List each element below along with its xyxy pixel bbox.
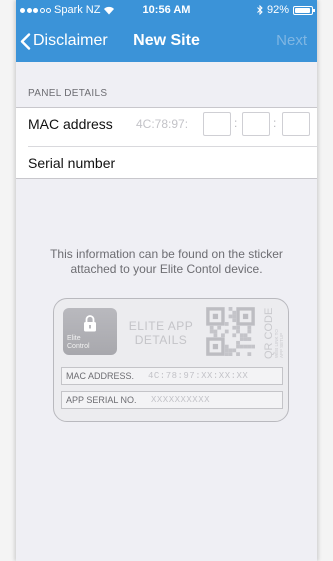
- lock-icon: [84, 315, 96, 332]
- serial-number-label: Serial number: [28, 155, 116, 171]
- mac-octet-field-3[interactable]: [282, 112, 310, 136]
- status-bar: Spark NZ 10:56 AM 92%: [16, 0, 317, 20]
- qr-code-label: QR CODE WEB LINK TOAPP SETUP: [263, 308, 284, 359]
- elite-control-logo: Elite Control: [63, 308, 117, 355]
- sticker-mac-value: 4C:78:97:XX:XX:XX: [148, 371, 249, 381]
- battery-icon: [293, 5, 315, 15]
- sticker-mac-field: MAC ADDRESS. 4C:78:97:XX:XX:XX: [61, 367, 283, 385]
- serial-number-row[interactable]: Serial number: [16, 147, 317, 179]
- section-header-panel-details: PANEL DETAILS: [28, 88, 108, 99]
- mac-octet-field-1[interactable]: [203, 112, 231, 136]
- mac-separator: :: [273, 116, 277, 130]
- battery-percent: 92%: [266, 4, 289, 16]
- sticker-illustration: Elite Control ELITE APP DETAILS QR CODE …: [53, 298, 289, 422]
- mac-address-prefix: 4C:78:97:: [136, 117, 189, 131]
- phone-screen: Spark NZ 10:56 AM 92% Disclaimer New Sit…: [16, 0, 317, 561]
- battery-level: [295, 7, 310, 13]
- sticker-mac-label: MAC ADDRESS.: [66, 371, 135, 381]
- battery-info: 92%: [257, 4, 315, 16]
- qr-code-icon: [206, 307, 255, 356]
- sticker-app-details: ELITE APP DETAILS: [128, 319, 194, 347]
- qr-code-subtitle: WEB LINK TOAPP SETUP: [274, 329, 284, 358]
- sticker-serial-field: APP SERIAL NO. XXXXXXXXXX: [61, 391, 283, 409]
- mac-separator: :: [234, 116, 238, 130]
- next-button[interactable]: Next: [276, 32, 307, 49]
- mac-octet-field-2[interactable]: [242, 112, 270, 136]
- info-text: This information can be found on the sti…: [50, 247, 283, 276]
- page-title: New Site: [133, 32, 200, 49]
- mac-address-label: MAC address: [28, 116, 113, 132]
- bluetooth-icon: [257, 5, 263, 15]
- sticker-serial-label: APP SERIAL NO.: [66, 395, 137, 405]
- logo-brand-text: Elite Control: [67, 335, 90, 350]
- mac-address-row: MAC address 4C:78:97: : :: [16, 107, 317, 139]
- sticker-serial-value: XXXXXXXXXX: [151, 395, 211, 405]
- navigation-bar: Disclaimer New Site Next: [16, 22, 317, 62]
